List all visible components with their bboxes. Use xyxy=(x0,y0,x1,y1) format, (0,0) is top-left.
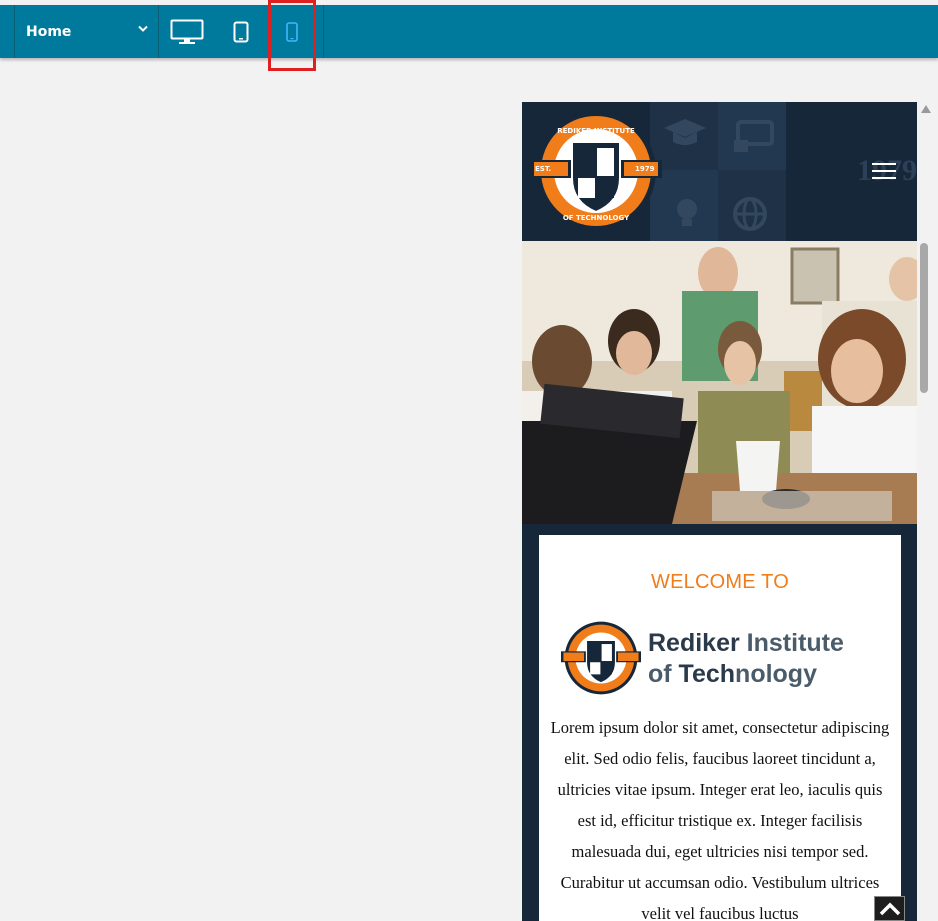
brand-word-rediker: Rediker xyxy=(648,629,740,657)
lightbulb-icon xyxy=(677,199,697,226)
back-to-top-button[interactable] xyxy=(874,896,905,921)
brand-word-of: of xyxy=(648,660,679,688)
mobile-preview-frame: 1979 REDIKER INSTITUTE EST. 1979 OF TECH… xyxy=(522,102,917,921)
desktop-view-button[interactable] xyxy=(164,5,210,58)
logo-top-text: REDIKER INSTITUTE xyxy=(557,127,635,135)
scrollbar-thumb[interactable] xyxy=(920,243,928,393)
page-select-value: Home xyxy=(26,23,72,40)
preview-scrollbar[interactable] xyxy=(917,102,938,921)
toolbar-divider xyxy=(323,5,324,58)
site-header: 1979 REDIKER INSTITUTE EST. 1979 OF TECH… xyxy=(522,102,917,241)
editor-toolbar: Home xyxy=(0,5,938,58)
welcome-body-text: Lorem ipsum dolor sit amet, consectetur … xyxy=(550,718,890,921)
chevron-down-icon xyxy=(138,25,148,32)
presentation-icon xyxy=(734,120,774,152)
welcome-section: WELCOME TO Rediker Institute of Technolo… xyxy=(539,535,901,921)
tablet-icon xyxy=(233,21,249,42)
students-photo xyxy=(522,241,917,524)
hamburger-icon-line xyxy=(872,163,896,165)
welcome-title: WELCOME TO xyxy=(651,571,789,593)
logo-bottom-text: OF TECHNOLOGY xyxy=(562,214,630,222)
brand-word-nology: nology xyxy=(735,660,817,688)
brand-word-tech: Tech xyxy=(678,660,736,688)
graduation-cap-icon xyxy=(664,119,706,145)
globe-icon xyxy=(733,197,767,231)
hero-image xyxy=(522,241,917,524)
logo-year-text: 1979 xyxy=(635,165,655,173)
smartphone-icon xyxy=(286,21,298,42)
tablet-view-button[interactable] xyxy=(222,5,260,58)
hamburger-icon-line xyxy=(872,170,896,172)
monitor-icon xyxy=(170,19,204,44)
chevron-up-icon xyxy=(879,902,900,915)
hamburger-icon-line xyxy=(872,177,896,179)
mobile-view-button[interactable] xyxy=(272,5,312,58)
brand-name-line2: of Technology xyxy=(648,660,817,689)
toolbar-divider xyxy=(158,5,159,58)
brand-name-line1: Rediker Institute xyxy=(648,629,844,658)
brand-logo-seal[interactable] xyxy=(561,621,641,695)
hamburger-menu-button[interactable] xyxy=(872,163,896,179)
scroll-up-arrow-icon[interactable] xyxy=(921,105,931,113)
logo-est-text: EST. xyxy=(535,165,552,173)
brand-word-institute: Institute xyxy=(746,629,844,657)
page-select-dropdown[interactable]: Home xyxy=(15,5,158,58)
